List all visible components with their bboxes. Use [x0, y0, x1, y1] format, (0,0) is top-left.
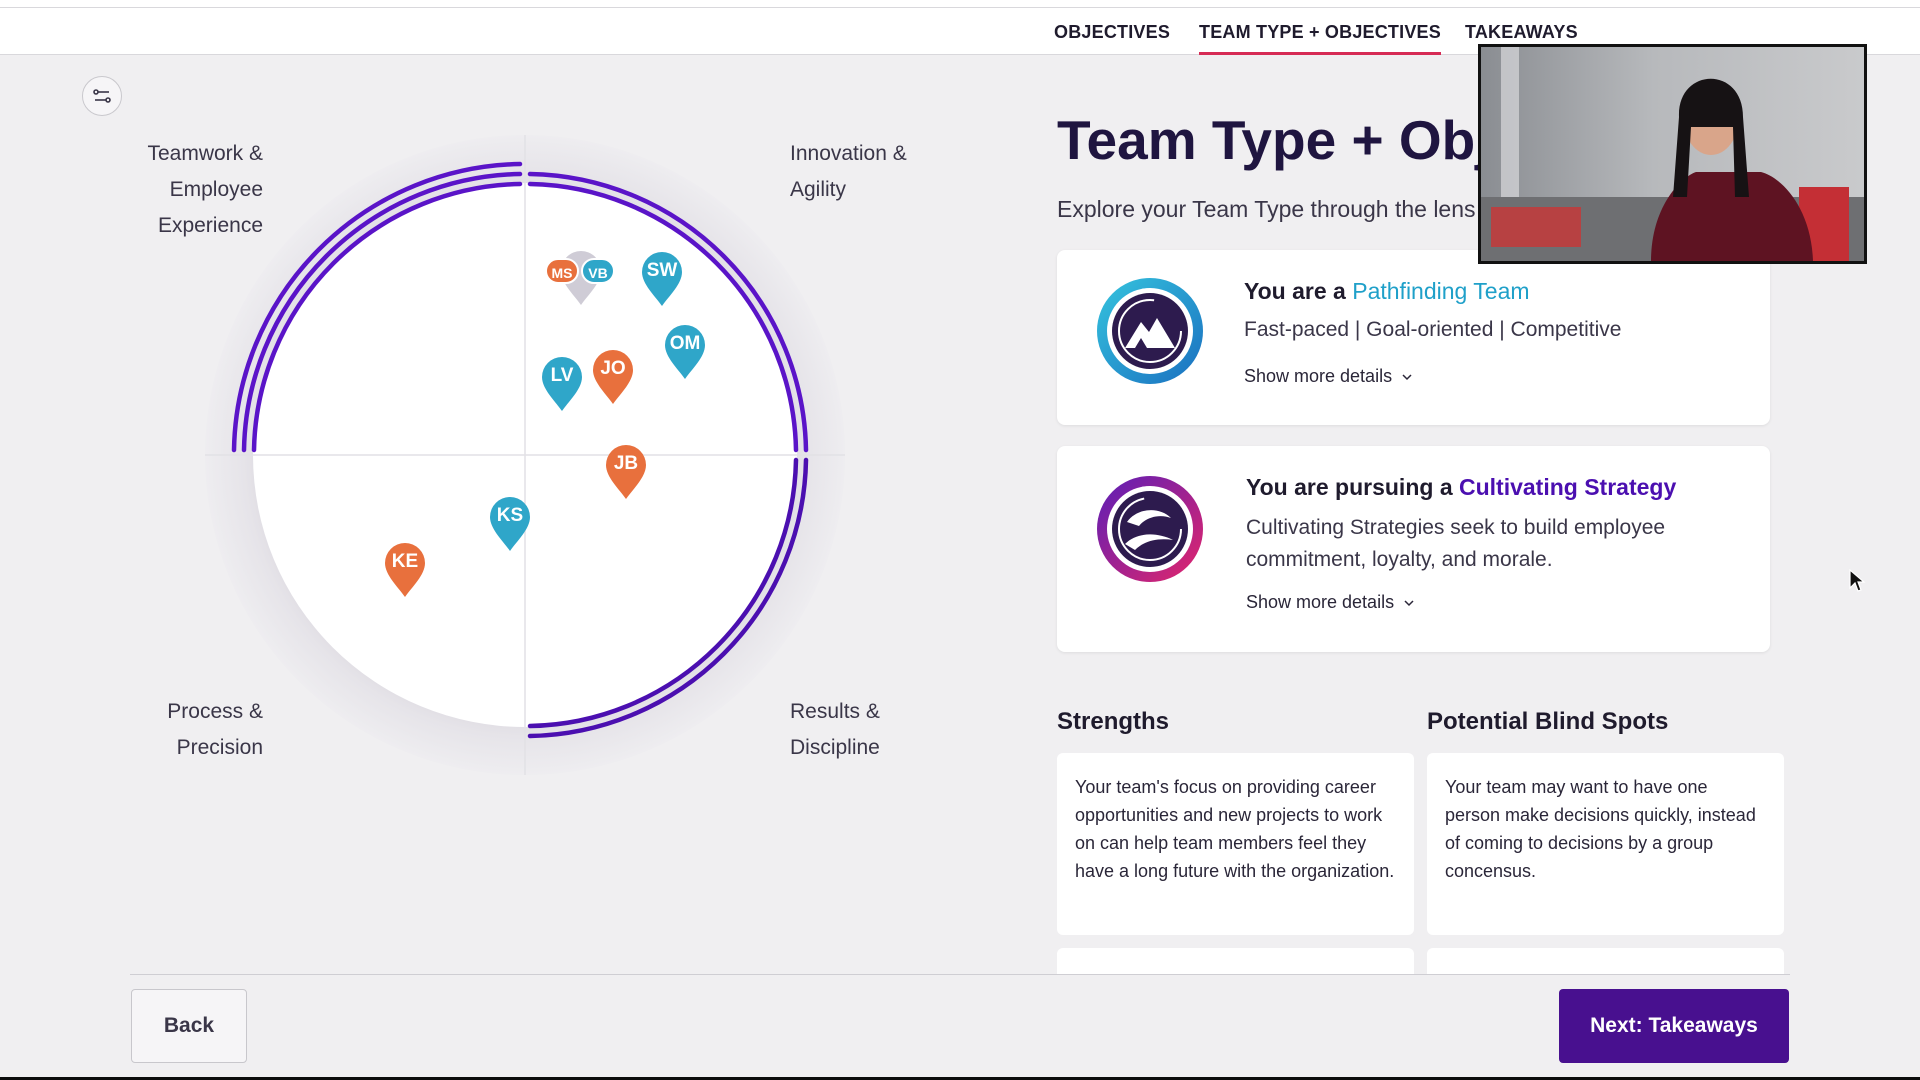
blind-spots-heading: Potential Blind Spots — [1427, 708, 1669, 735]
share-icon — [93, 89, 111, 103]
strategy-description: Cultivating Strategies seek to build emp… — [1246, 516, 1666, 571]
team-type-card: You are a Pathfinding Team Fast-paced | … — [1057, 250, 1770, 425]
member-pin-jb[interactable]: JB — [603, 442, 649, 500]
presenter-video[interactable] — [1478, 44, 1867, 264]
dolphins-icon — [1097, 476, 1203, 582]
member-pin-ke[interactable]: KE — [382, 540, 428, 598]
member-initials: KE — [391, 551, 419, 572]
presenter-video-frame — [1481, 47, 1864, 261]
member-badge-ms[interactable]: MS — [545, 258, 579, 284]
top-edge — [0, 0, 1920, 8]
team-type-tags: Fast-paced | Goal-oriented | Competitive — [1244, 318, 1622, 341]
strategy-name: Cultivating Strategy — [1459, 474, 1677, 500]
strengths-card: Your team's focus on providing career op… — [1057, 753, 1414, 935]
mountain-icon — [1097, 278, 1203, 384]
member-pin-ks[interactable]: KS — [487, 494, 533, 552]
member-initials: JO — [600, 358, 626, 379]
strengths-heading: Strengths — [1057, 708, 1170, 735]
tab-objectives[interactable]: OBJECTIVES — [1054, 22, 1170, 55]
strategy-card: You are pursuing a Cultivating Strategy … — [1057, 446, 1770, 652]
show-more-strategy[interactable]: Show more details — [1246, 592, 1415, 613]
mouse-cursor-icon — [1849, 568, 1866, 592]
team-type-heading: You are a Pathfinding Team — [1244, 278, 1530, 305]
show-more-label: Show more details — [1244, 366, 1393, 386]
member-pin-om[interactable]: OM — [662, 322, 708, 380]
member-pin-sw[interactable]: SW — [639, 249, 685, 307]
team-map-circle — [205, 135, 845, 775]
member-pin-lv[interactable]: LV — [539, 354, 585, 412]
page-title: Team Type + Obje — [1057, 109, 1522, 171]
member-initials: OM — [669, 333, 701, 354]
member-initials: JB — [613, 453, 639, 474]
member-initials: SW — [646, 260, 678, 281]
back-button[interactable]: Back — [131, 989, 247, 1063]
page-subtitle: Explore your Team Type through the lens — [1057, 196, 1476, 222]
blind-spots-card: Your team may want to have one person ma… — [1427, 753, 1784, 935]
next-takeaways-button[interactable]: Next: Takeaways — [1559, 989, 1789, 1063]
blind-spots-card-next — [1427, 948, 1784, 974]
team-map: MS VB SW OM LV JO JB KS KE — [200, 130, 850, 780]
strengths-card-next — [1057, 948, 1414, 974]
member-badge-vb[interactable]: VB — [581, 258, 615, 284]
tab-team-type-objectives[interactable]: TEAM TYPE + OBJECTIVES — [1199, 22, 1441, 55]
member-initials: LV — [550, 365, 574, 386]
show-more-team-type[interactable]: Show more details — [1244, 366, 1413, 387]
member-initials: KS — [496, 505, 524, 526]
team-type-prefix: You are a — [1244, 278, 1353, 304]
strategy-prefix: You are pursuing a — [1246, 474, 1459, 500]
chevron-down-icon — [1402, 374, 1412, 381]
share-button[interactable] — [82, 76, 122, 116]
footer-divider — [130, 974, 1790, 975]
team-type-name: Pathfinding Team — [1352, 278, 1530, 304]
strategy-heading: You are pursuing a Cultivating Strategy — [1246, 474, 1676, 501]
member-pin-jo[interactable]: JO — [590, 347, 636, 405]
show-more-label: Show more details — [1246, 592, 1395, 612]
chevron-down-icon — [1404, 600, 1414, 607]
